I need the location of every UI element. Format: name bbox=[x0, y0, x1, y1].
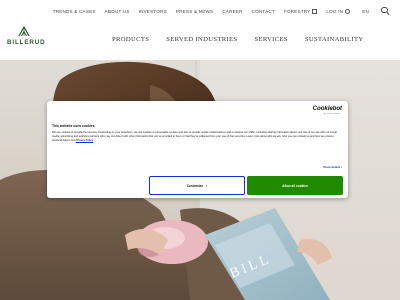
logo-wordmark: BILLERUD bbox=[7, 39, 46, 46]
billerud-logo[interactable]: BILLERUD bbox=[7, 26, 45, 48]
login-label: LOG IN bbox=[326, 9, 344, 14]
customize-label: Customize bbox=[186, 183, 203, 188]
nav-services[interactable]: SERVICES bbox=[254, 36, 287, 43]
chevron-right-icon: › bbox=[205, 183, 208, 188]
utility-link-press[interactable]: PRESS & NEWS bbox=[176, 9, 213, 14]
logo-mark-icon bbox=[18, 26, 30, 37]
cookiebot-name: Cookiebot bbox=[312, 105, 342, 112]
privacy-policy-link[interactable]: Privacy Policy bbox=[76, 139, 94, 142]
cookiebot-logo: Cookiebot by Usercentrics bbox=[308, 105, 342, 116]
utility-link-career[interactable]: CAREER bbox=[222, 9, 242, 14]
language-selector[interactable]: EN bbox=[362, 9, 369, 14]
utility-nav: TRENDS & CASES ABOUT US INVESTORS PRESS … bbox=[44, 6, 390, 16]
utility-link-trends[interactable]: TRENDS & CASES bbox=[53, 9, 96, 14]
cookiebot-sub: by Usercentrics bbox=[324, 112, 341, 115]
customize-button[interactable]: Customize › bbox=[149, 176, 245, 195]
cookie-dialog-title: This website uses cookies bbox=[52, 124, 95, 128]
utility-link-contact[interactable]: CONTACT bbox=[252, 9, 275, 14]
login-icon bbox=[345, 8, 351, 14]
forestry-label: FORESTRY bbox=[283, 9, 311, 14]
utility-link-about[interactable]: ABOUT US bbox=[105, 9, 130, 14]
main-nav: PRODUCTS SERVED INDUSTRIES SERVICES SUST… bbox=[112, 36, 380, 43]
nav-products[interactable]: PRODUCTS bbox=[112, 36, 149, 43]
cookie-dialog-body: We use cookies to provide the services. … bbox=[52, 131, 340, 143]
cookie-consent-dialog: Cookiebot by Usercentrics This website u… bbox=[47, 101, 348, 198]
allow-all-label: Allow all cookies bbox=[282, 183, 308, 188]
chevron-right-icon: › bbox=[341, 165, 342, 169]
login-link[interactable]: LOG IN bbox=[326, 8, 351, 14]
nav-sustainability[interactable]: SUSTAINABILITY bbox=[305, 36, 364, 43]
search-icon[interactable] bbox=[381, 6, 390, 16]
cookie-dialog-text: We use cookies to provide the services. … bbox=[52, 131, 337, 142]
external-link-icon bbox=[312, 8, 318, 14]
utility-link-investors[interactable]: INVESTORS bbox=[139, 9, 167, 14]
show-details-link[interactable]: Show details › bbox=[323, 165, 342, 169]
show-details-label: Show details bbox=[323, 165, 341, 169]
nav-served-industries[interactable]: SERVED INDUSTRIES bbox=[166, 36, 237, 43]
allow-all-cookies-button[interactable]: Allow all cookies bbox=[247, 176, 343, 195]
utility-link-forestry[interactable]: FORESTRY bbox=[284, 8, 318, 14]
billerud-homepage: TRENDS & CASES ABOUT US INVESTORS PRESS … bbox=[0, 0, 400, 300]
